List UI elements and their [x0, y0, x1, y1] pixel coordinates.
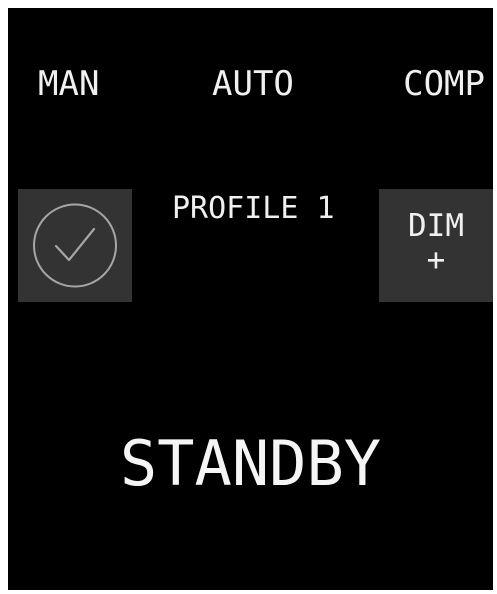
screen: MAN AUTO COMP PROFILE 1 DIM + STANDBY: [8, 8, 493, 590]
status-text: STANDBY: [119, 427, 382, 500]
checkmark-circle-icon: [33, 203, 117, 288]
confirm-button[interactable]: [18, 189, 132, 302]
mode-auto-button[interactable]: AUTO: [212, 64, 294, 104]
dim-button-plus: +: [426, 242, 446, 278]
mode-man-button[interactable]: MAN: [38, 64, 99, 104]
mode-comp-button[interactable]: COMP: [403, 64, 485, 104]
profile-label: PROFILE 1: [172, 191, 335, 226]
dim-button-label: DIM: [408, 208, 464, 244]
dim-plus-button[interactable]: DIM +: [379, 189, 493, 302]
